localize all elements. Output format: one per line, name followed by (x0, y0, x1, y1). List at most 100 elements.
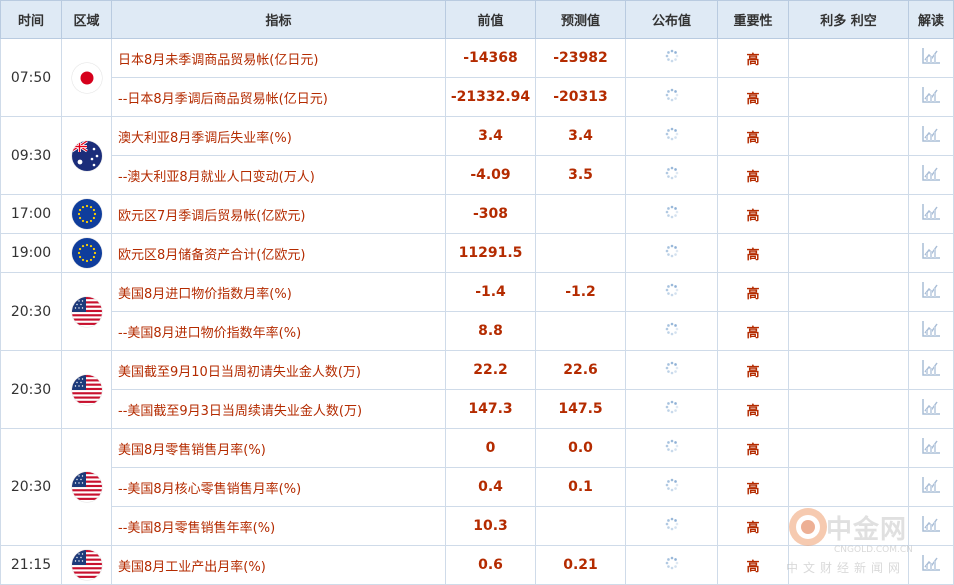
indicator-name[interactable]: 美国8月零售销售月率(%) (111, 428, 446, 468)
analysis-cell[interactable] (908, 428, 954, 468)
japan-flag-icon (71, 62, 102, 93)
table-row: --美国8月进口物价指数年率(%) 8.8 高 (1, 311, 954, 351)
actual-value-cell (625, 155, 718, 195)
forecast-value (535, 233, 626, 273)
col-header-importance: 重要性 (717, 0, 789, 39)
indicator-name[interactable]: --美国8月核心零售销售月率(%) (111, 467, 446, 507)
indicator-name[interactable]: 美国8月进口物价指数月率(%) (111, 272, 446, 312)
forecast-value: 0.0 (535, 428, 626, 468)
importance-level: 高 (717, 194, 789, 234)
importance-level: 高 (717, 38, 789, 78)
chart-analysis-icon[interactable] (921, 203, 941, 225)
indicator-name[interactable]: 日本8月未季调商品贸易帐(亿日元) (111, 38, 446, 78)
indicator-name[interactable]: --美国8月进口物价指数年率(%) (111, 311, 446, 351)
event-time: 20:30 (0, 350, 62, 429)
impact-cell (788, 233, 909, 273)
table-row: 07:50 日本8月未季调商品贸易帐(亿日元) -14368 -23982 高 (0, 38, 954, 117)
indicator-name[interactable]: --美国截至9月3日当周续请失业金人数(万) (111, 389, 446, 429)
forecast-value (535, 311, 626, 351)
chart-analysis-icon[interactable] (921, 359, 941, 381)
importance-level: 高 (717, 506, 789, 546)
actual-value-cell (625, 545, 718, 585)
chart-analysis-icon[interactable] (921, 398, 941, 420)
forecast-value (535, 194, 626, 234)
previous-value: -4.09 (445, 155, 536, 195)
previous-value: 0.6 (445, 545, 536, 585)
loading-spinner-icon (665, 283, 679, 301)
actual-value-cell (625, 116, 718, 156)
indicator-name[interactable]: --美国8月零售销售年率(%) (111, 506, 446, 546)
previous-value: 10.3 (445, 506, 536, 546)
analysis-cell[interactable] (908, 311, 954, 351)
previous-value: -21332.94 (445, 77, 536, 117)
indicator-name[interactable]: 澳大利亚8月季调后失业率(%) (111, 116, 446, 156)
forecast-value: 147.5 (535, 389, 626, 429)
impact-cell (788, 350, 909, 390)
col-header-previous: 前值 (445, 0, 536, 39)
previous-value: 3.4 (445, 116, 536, 156)
chart-analysis-icon[interactable] (921, 242, 941, 264)
table-row: 09:30 澳大利亚8月季调后失业率(%) 3.4 3.4 高 (0, 116, 954, 195)
previous-value: 22.2 (445, 350, 536, 390)
analysis-cell[interactable] (908, 389, 954, 429)
region-cell (61, 272, 112, 351)
impact-cell (788, 272, 909, 312)
event-time: 20:30 (0, 428, 62, 546)
table-header-row: 时间 区域 指标 前值 预测值 公布值 重要性 利多 利空 解读 (0, 0, 954, 39)
indicator-name[interactable]: 欧元区7月季调后贸易帐(亿欧元) (111, 194, 446, 234)
col-header-impact: 利多 利空 (788, 0, 909, 39)
indicator-name[interactable]: 美国截至9月10日当周初请失业金人数(万) (111, 350, 446, 390)
cngold-logo-icon (789, 508, 827, 546)
forecast-value: 3.5 (535, 155, 626, 195)
importance-level: 高 (717, 272, 789, 312)
watermark-brand: 中金网 (826, 515, 908, 545)
forecast-value: -1.2 (535, 272, 626, 312)
indicator-name[interactable]: --澳大利亚8月就业人口变动(万人) (111, 155, 446, 195)
analysis-cell[interactable] (908, 194, 954, 234)
forecast-value: 22.6 (535, 350, 626, 390)
chart-analysis-icon[interactable] (921, 47, 941, 69)
impact-cell (788, 38, 909, 78)
watermark-subtitle: 中文财经新闻网 (786, 561, 906, 575)
event-time: 09:30 (0, 116, 62, 195)
loading-spinner-icon (665, 478, 679, 496)
analysis-cell[interactable] (908, 116, 954, 156)
analysis-cell[interactable] (908, 38, 954, 78)
region-cell (61, 38, 112, 117)
analysis-cell[interactable] (908, 77, 954, 117)
impact-cell (788, 389, 909, 429)
us-flag-icon (71, 550, 102, 580)
importance-level: 高 (717, 350, 789, 390)
australia-flag-icon (71, 140, 102, 171)
eu-flag-icon (71, 199, 102, 229)
region-cell (61, 194, 112, 234)
event-time: 17:00 (0, 194, 62, 234)
event-time: 20:30 (0, 272, 62, 351)
previous-value: -14368 (445, 38, 536, 78)
loading-spinner-icon (665, 439, 679, 457)
analysis-cell[interactable] (908, 350, 954, 390)
chart-analysis-icon[interactable] (921, 281, 941, 303)
table-row: --澳大利亚8月就业人口变动(万人) -4.09 3.5 高 (1, 155, 954, 195)
indicator-name[interactable]: --日本8月季调后商品贸易帐(亿日元) (111, 77, 446, 117)
table-row: 20:30 美国8月零售销售月率(%) 0 0.0 高 (0, 428, 954, 546)
indicator-name[interactable]: 美国8月工业产出月率(%) (111, 545, 446, 585)
region-cell (61, 116, 112, 195)
chart-analysis-icon[interactable] (921, 164, 941, 186)
chart-analysis-icon[interactable] (921, 86, 941, 108)
loading-spinner-icon (665, 556, 679, 574)
chart-analysis-icon[interactable] (921, 476, 941, 498)
chart-analysis-icon[interactable] (921, 437, 941, 459)
table-row: 20:30 美国8月进口物价指数月率(%) -1.4 -1.2 高 (0, 272, 954, 351)
analysis-cell[interactable] (908, 155, 954, 195)
loading-spinner-icon (665, 517, 679, 535)
analysis-cell[interactable] (908, 233, 954, 273)
economic-calendar-table: 时间 区域 指标 前值 预测值 公布值 重要性 利多 利空 解读 07:50 日本… (0, 0, 954, 585)
chart-analysis-icon[interactable] (921, 320, 941, 342)
indicator-name[interactable]: 欧元区8月储备资产合计(亿欧元) (111, 233, 446, 273)
impact-cell (788, 116, 909, 156)
analysis-cell[interactable] (908, 272, 954, 312)
chart-analysis-icon[interactable] (921, 125, 941, 147)
actual-value-cell (625, 506, 718, 546)
impact-cell (788, 194, 909, 234)
